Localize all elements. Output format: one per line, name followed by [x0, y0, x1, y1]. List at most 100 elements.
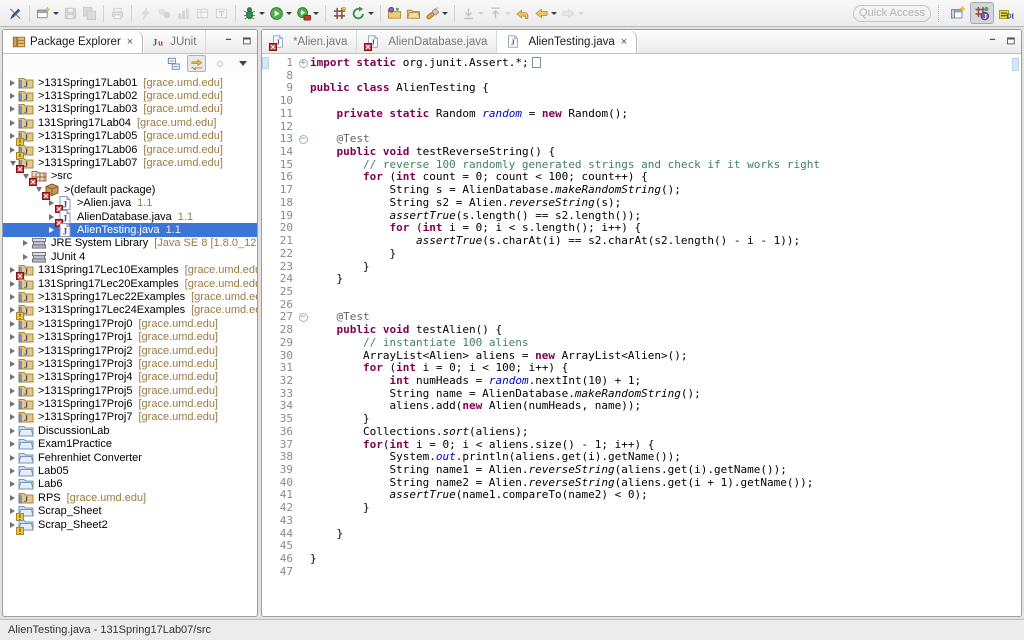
last-edit-location-button[interactable] — [513, 2, 532, 24]
dropdown-caret-icon[interactable] — [578, 12, 584, 15]
code-line[interactable]: 44 } — [262, 528, 1021, 541]
code-line[interactable]: 47 — [262, 566, 1021, 579]
collapsed-arrow-icon[interactable] — [46, 227, 57, 233]
tree-item[interactable]: >(default package) — [3, 183, 257, 196]
code-line[interactable]: 22 } — [262, 248, 1021, 261]
code-line[interactable]: 1+import static org.junit.Assert.*; — [262, 57, 1021, 70]
code-line[interactable]: 25 — [262, 286, 1021, 299]
dropdown-caret-icon[interactable] — [286, 12, 292, 15]
fold-collapse-icon[interactable]: − — [296, 133, 310, 146]
dropdown-caret-icon[interactable] — [442, 12, 448, 15]
tree-item[interactable]: J>131Spring17Proj0[grace.umd.edu] — [3, 317, 257, 330]
open-perspective-button[interactable] — [946, 2, 970, 24]
project-tree[interactable]: J>131Spring17Lab01[grace.umd.edu]J>131Sp… — [3, 73, 257, 616]
collapsed-arrow-icon[interactable] — [7, 468, 18, 474]
editor-tab-alientesting-java[interactable]: JAlienTesting.java× — [497, 30, 637, 53]
editor-tab--alien-java[interactable]: J*Alien.java — [262, 30, 357, 53]
collapsed-arrow-icon[interactable] — [7, 441, 18, 447]
dropdown-caret-icon[interactable] — [313, 12, 319, 15]
tree-item[interactable]: J>131Spring17Proj5[grace.umd.edu] — [3, 384, 257, 397]
tree-item[interactable]: Lab6 — [3, 478, 257, 491]
search-button[interactable] — [423, 2, 450, 24]
tree-item[interactable]: J>131Spring17Lab01[grace.umd.edu] — [3, 76, 257, 89]
tab-package-explorer[interactable]: Package Explorer× — [3, 30, 143, 53]
collapsed-arrow-icon[interactable] — [7, 414, 18, 420]
code-editor[interactable]: 1+import static org.junit.Assert.*;89pub… — [262, 54, 1021, 616]
code-line[interactable]: 43 — [262, 515, 1021, 528]
collapsed-arrow-icon[interactable] — [7, 374, 18, 380]
tree-item[interactable]: J>131Spring17Proj4[grace.umd.edu] — [3, 371, 257, 384]
tree-item[interactable]: Scrap_Sheet2 — [3, 518, 257, 531]
collapsed-arrow-icon[interactable] — [7, 455, 18, 461]
back-button[interactable] — [532, 2, 559, 24]
code-line[interactable]: 11 private static Random random = new Ra… — [262, 108, 1021, 121]
tab-junit[interactable]: JuJUnit — [143, 30, 206, 53]
collapsed-arrow-icon[interactable] — [7, 495, 18, 501]
code-line[interactable]: 45 — [262, 540, 1021, 553]
open-resource-button[interactable] — [404, 2, 423, 24]
collapsed-arrow-icon[interactable] — [20, 240, 31, 246]
collapsed-arrow-icon[interactable] — [7, 481, 18, 487]
code-line[interactable]: 34 aliens.add(new Alien(numHeads, name))… — [262, 400, 1021, 413]
collapsed-arrow-icon[interactable] — [7, 321, 18, 327]
dropdown-caret-icon[interactable] — [551, 12, 557, 15]
close-tab-icon[interactable]: × — [621, 36, 627, 48]
dropdown-caret-icon[interactable] — [368, 12, 374, 15]
code-line[interactable]: 9public class AlienTesting { — [262, 82, 1021, 95]
new-java-project-button[interactable] — [330, 2, 349, 24]
code-line[interactable]: 26 — [262, 299, 1021, 312]
min-window-button[interactable] — [221, 30, 239, 53]
tree-item[interactable]: >src — [3, 170, 257, 183]
collapsed-arrow-icon[interactable] — [7, 281, 18, 287]
tree-item[interactable]: J>131Spring17Proj3[grace.umd.edu] — [3, 357, 257, 370]
tree-item[interactable]: J>131Spring17Lab02[grace.umd.edu] — [3, 89, 257, 102]
dropdown-caret-icon[interactable] — [259, 12, 265, 15]
code-line[interactable]: 42 } — [262, 502, 1021, 515]
dropdown-caret-icon[interactable] — [505, 12, 511, 15]
code-line[interactable]: 24 } — [262, 273, 1021, 286]
dropdown-caret-icon[interactable] — [53, 12, 59, 15]
tree-item[interactable]: J>131Spring17Lec24Examples[grace.umd.edu… — [3, 304, 257, 317]
min-window-button[interactable] — [985, 30, 1003, 53]
code-line[interactable]: 46} — [262, 553, 1021, 566]
new-wizard-button[interactable] — [34, 2, 61, 24]
collapsed-arrow-icon[interactable] — [7, 348, 18, 354]
tree-item[interactable]: J>131Spring17Proj1[grace.umd.edu] — [3, 330, 257, 343]
tree-item[interactable]: Scrap_Sheet — [3, 505, 257, 518]
collapsed-region-box[interactable] — [532, 57, 541, 68]
tree-item[interactable]: J>131Spring17Lab05[grace.umd.edu] — [3, 130, 257, 143]
open-task-button[interactable] — [385, 2, 404, 24]
tree-item[interactable]: J>131Spring17Lec22Examples[grace.umd.edu… — [3, 290, 257, 303]
refresh-button[interactable] — [349, 2, 376, 24]
view-menu-button[interactable] — [233, 55, 252, 72]
collapsed-arrow-icon[interactable] — [7, 361, 18, 367]
tree-item[interactable]: JAlienDatabase.java1.1 — [3, 210, 257, 223]
pin-editor-button[interactable] — [6, 2, 25, 24]
collapsed-arrow-icon[interactable] — [7, 120, 18, 126]
collapsed-arrow-icon[interactable] — [7, 93, 18, 99]
editor-tab-aliendatabase-java[interactable]: JAlienDatabase.java — [357, 30, 497, 53]
java-perspective-button[interactable]: J — [970, 2, 994, 24]
code-line[interactable]: 12 — [262, 121, 1021, 134]
tree-item[interactable]: Lab05 — [3, 464, 257, 477]
debug-button[interactable] — [240, 2, 267, 24]
link-with-editor-button[interactable] — [187, 55, 206, 72]
collapsed-arrow-icon[interactable] — [7, 80, 18, 86]
collapsed-arrow-icon[interactable] — [7, 428, 18, 434]
code-line[interactable]: 23 } — [262, 261, 1021, 274]
overview-annotation-mark[interactable] — [1012, 58, 1019, 71]
collapsed-arrow-icon[interactable] — [20, 254, 31, 260]
coverage-button[interactable] — [294, 2, 321, 24]
max-window-button[interactable] — [1003, 30, 1021, 53]
close-tab-icon[interactable]: × — [127, 36, 133, 48]
collapsed-arrow-icon[interactable] — [7, 106, 18, 112]
max-window-button[interactable] — [239, 30, 257, 53]
collapsed-arrow-icon[interactable] — [7, 294, 18, 300]
tree-item[interactable]: J>131Spring17Lab03[grace.umd.edu] — [3, 103, 257, 116]
tree-item[interactable]: J>131Spring17Proj7[grace.umd.edu] — [3, 411, 257, 424]
tree-item[interactable]: J>131Spring17Lab06[grace.umd.edu] — [3, 143, 257, 156]
tree-item[interactable]: JUnit 4 — [3, 250, 257, 263]
tree-item[interactable]: JRPS[grace.umd.edu] — [3, 491, 257, 504]
quick-access-input[interactable]: Quick Access — [853, 5, 931, 22]
fold-collapse-icon[interactable]: − — [296, 311, 310, 324]
